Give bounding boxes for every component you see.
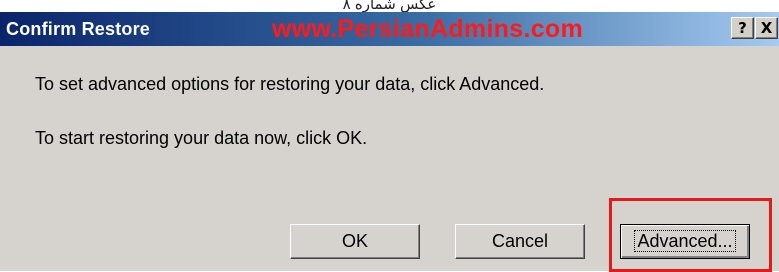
help-button[interactable]: ?	[731, 17, 754, 39]
ok-button[interactable]: OK	[290, 224, 420, 259]
close-button[interactable]: X	[755, 17, 778, 39]
ok-instruction-text: To start restoring your data now, click …	[35, 128, 368, 148]
cancel-button[interactable]: Cancel	[455, 224, 585, 259]
dialog-title: Confirm Restore	[6, 19, 151, 39]
advanced-instruction-text: To set advanced options for restoring yo…	[35, 74, 545, 94]
highlight-box	[609, 198, 772, 272]
confirm-restore-dialog: Confirm Restore www.PersianAdmins.com ? …	[0, 12, 779, 272]
watermark-text: www.PersianAdmins.com	[272, 15, 584, 43]
title-bar[interactable]: Confirm Restore www.PersianAdmins.com ? …	[0, 12, 779, 46]
